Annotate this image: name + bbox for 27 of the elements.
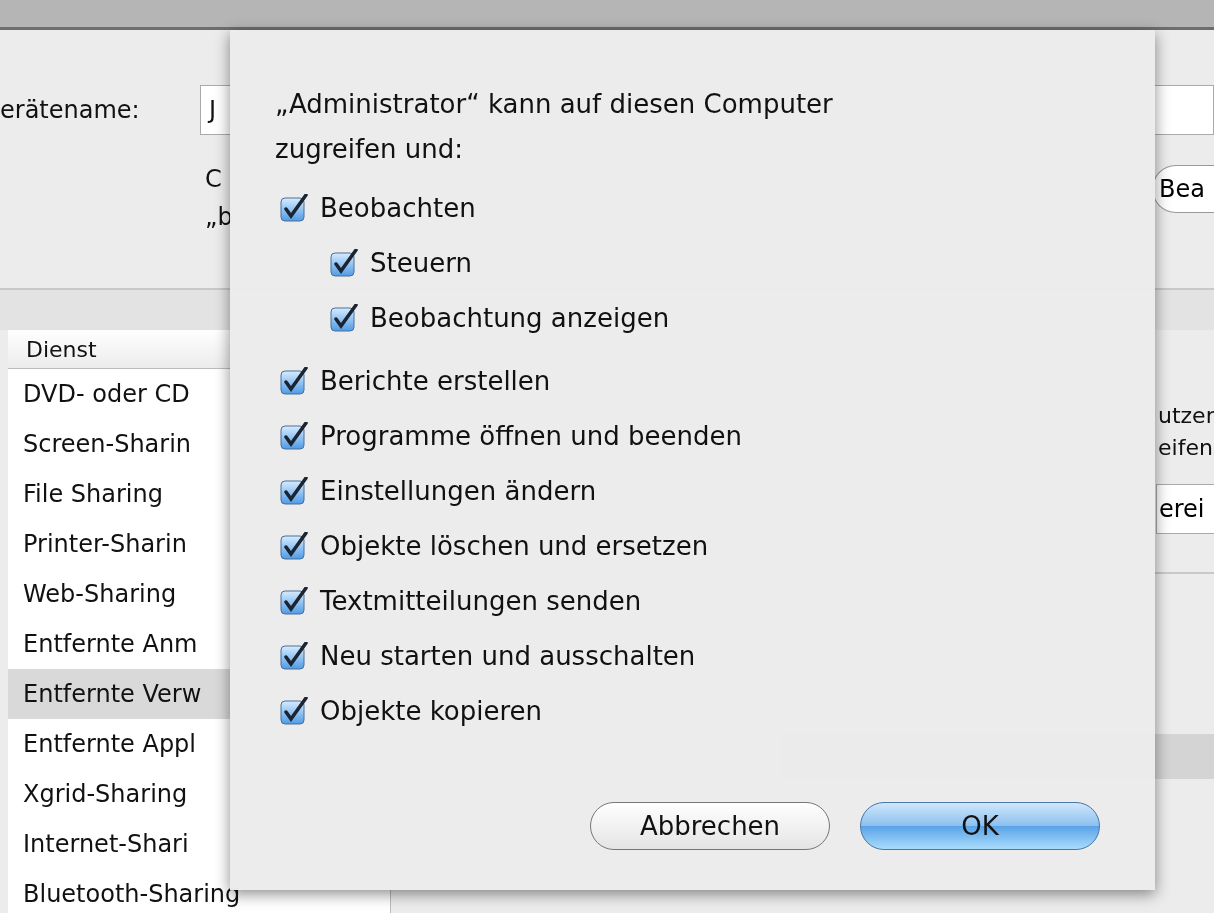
description-text: C [205,164,223,195]
permission-label: Beobachten [320,192,476,223]
checkbox[interactable] [330,248,358,277]
checkbox[interactable] [280,531,308,560]
description-text: utzer [1158,402,1214,430]
description-text: eifen [1158,434,1214,462]
checkbox[interactable] [280,696,308,725]
permission-label: Einstellungen ändern [320,475,597,506]
permission-label: Neu starten und ausschalten [320,640,696,671]
checkbox[interactable] [330,303,358,332]
permission-label: Programme öffnen und beenden [320,420,742,451]
permission-label: Beobachtung anzeigen [370,302,670,333]
device-name-label: erätename: [0,96,141,124]
permission-label: Steuern [370,247,472,278]
permission-label: Textmitteilungen senden [320,585,642,616]
checkbox[interactable] [280,641,308,670]
checkbox[interactable] [280,476,308,505]
permission-label: Objekte löschen und ersetzen [320,530,709,561]
checkbox[interactable] [280,421,308,450]
sheet-prompt: „Administrator“ kann auf diesen Computer zugreifen und: [275,88,834,166]
cancel-button[interactable]: Abbrechen [590,802,830,850]
checkbox[interactable] [280,193,308,222]
checkbox[interactable] [280,366,308,395]
checkbox[interactable] [280,586,308,615]
edit-button[interactable]: Bea [1152,165,1214,213]
ok-button[interactable]: OK [860,802,1100,850]
computer-settings-button[interactable]: erei [1156,484,1214,534]
